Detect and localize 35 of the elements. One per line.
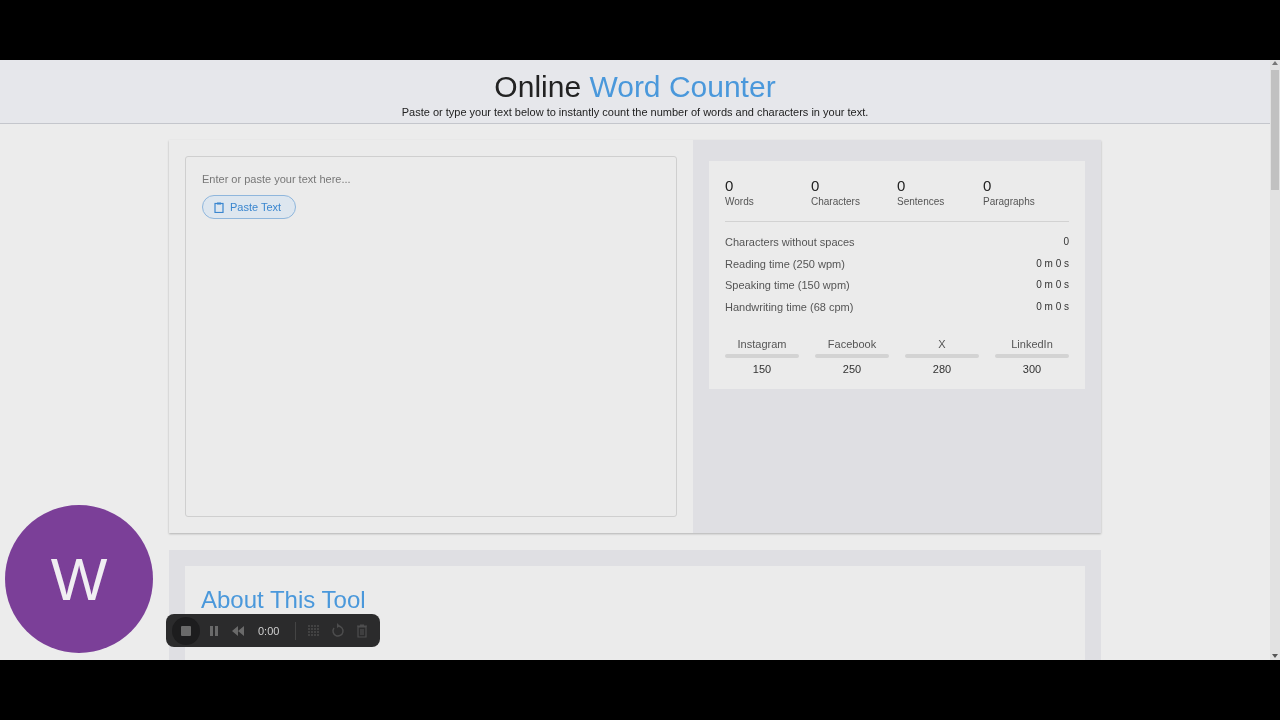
stat-value: 0 m 0 s xyxy=(1036,257,1069,271)
section-heading: About This Tool xyxy=(201,586,367,615)
clipboard-icon xyxy=(214,201,224,213)
count-value: 0 xyxy=(725,177,735,195)
stat-value: 0 xyxy=(1063,236,1069,250)
platform-name: LinkedIn xyxy=(1010,338,1054,351)
stat-label: Speaking time (150 wpm) xyxy=(725,279,850,294)
count-value: 0 xyxy=(983,177,993,195)
count-label: Sentences xyxy=(897,196,946,208)
character-limit: 150 xyxy=(751,363,773,376)
character-limit: 300 xyxy=(1021,363,1043,376)
platform-name: Instagram xyxy=(736,338,788,351)
stat-value: 0 m 0 s xyxy=(1036,279,1069,293)
stat-value: 0 m 0 s xyxy=(1036,300,1069,314)
character-limit: 250 xyxy=(841,363,863,376)
page-title: Online Word Counter xyxy=(493,69,777,105)
text-placeholder: Enter or paste your text here... xyxy=(202,173,352,186)
stat-label: Handwriting time (68 cpm) xyxy=(725,300,854,315)
avatar[interactable]: W xyxy=(5,505,153,653)
character-limit: 280 xyxy=(931,363,953,376)
count-label: Paragraphs xyxy=(983,196,1036,208)
scrollbar[interactable] xyxy=(1270,60,1280,660)
paste-text-button[interactable]: Paste Text xyxy=(202,195,297,220)
recording-time: 0:00 xyxy=(258,624,280,637)
platform-name: Facebook xyxy=(826,338,878,351)
count-label: Characters xyxy=(811,196,861,208)
count-value: 0 xyxy=(897,177,907,195)
text-area[interactable]: Enter or paste your text here... Paste Text xyxy=(185,156,677,518)
stat-label: Reading time (250 wpm) xyxy=(725,257,845,272)
page-subtitle: Paste or type your text below to instantly count the number of words and characters in your text. xyxy=(400,106,870,118)
platform-name: X xyxy=(937,338,947,351)
count-value: 0 xyxy=(811,177,821,195)
count-label: Words xyxy=(725,196,755,208)
stat-label: Characters without spaces xyxy=(725,236,855,251)
avatar-letter: W xyxy=(50,544,108,614)
